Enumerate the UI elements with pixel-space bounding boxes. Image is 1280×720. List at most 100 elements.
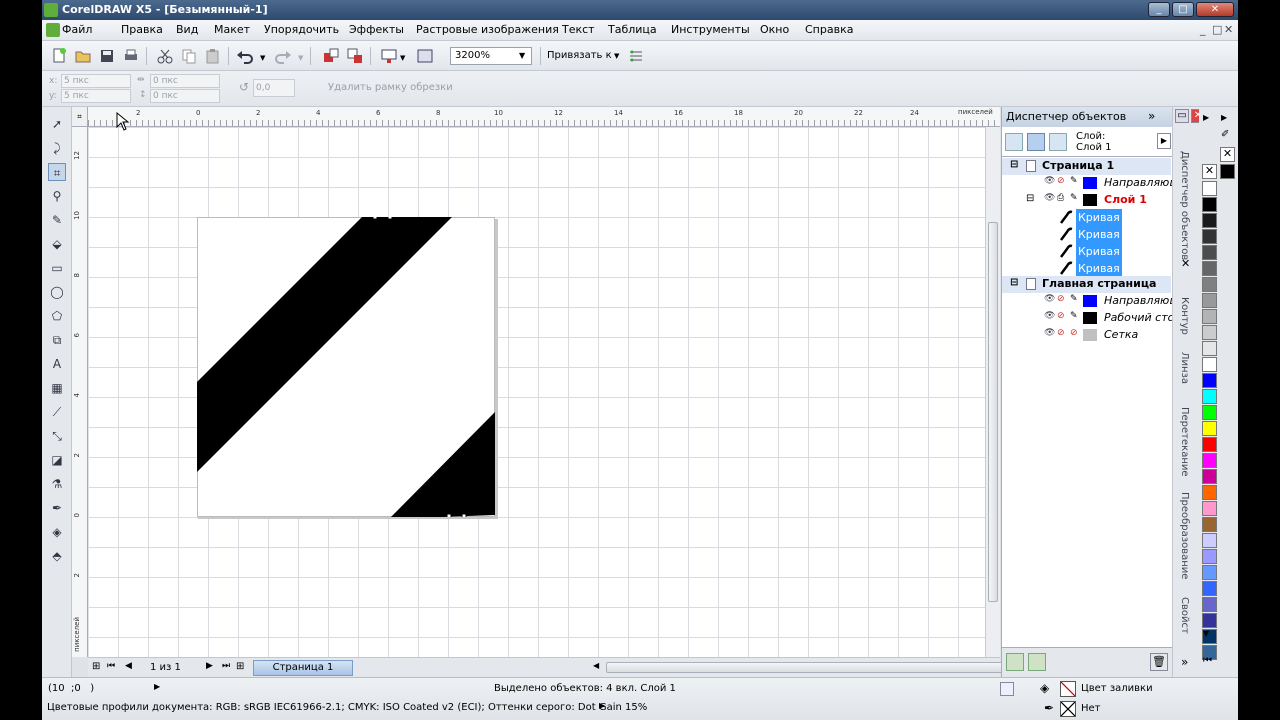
print-disabled-icon[interactable]: ⊘ — [1057, 294, 1065, 304]
delete-crop-button[interactable]: Удалить рамку обрезки — [328, 82, 453, 93]
add-page-after-icon[interactable]: ⊞ — [236, 661, 244, 672]
y-position-field[interactable]: 5 пкс — [61, 89, 131, 103]
tree-object[interactable]: Кривая — [1002, 226, 1171, 243]
color-swatch[interactable] — [1202, 261, 1217, 276]
shape-tool-icon[interactable]: ⤸ — [48, 139, 66, 157]
rotation-angle-field[interactable]: 0,0 — [253, 79, 295, 97]
snap-to-button[interactable]: Привязать к — [547, 50, 612, 61]
color-swatch[interactable] — [1202, 389, 1217, 404]
print-disabled-icon[interactable]: ⊘ — [1057, 328, 1065, 338]
no-color-swatch[interactable]: ✕ — [1202, 164, 1217, 179]
palette-scroll-up-icon[interactable]: ▶ — [1221, 113, 1227, 122]
color-swatch[interactable] — [1202, 597, 1217, 612]
launcher-dropdown-icon[interactable]: ▼ — [400, 54, 405, 62]
vertical-scroll-thumb[interactable] — [988, 222, 998, 602]
width-field[interactable]: 0 пкс — [150, 74, 220, 88]
color-swatch[interactable] — [1202, 549, 1217, 564]
collapse-icon[interactable]: ⊟ — [1026, 193, 1034, 204]
save-icon[interactable] — [98, 47, 116, 65]
new-layer-icon[interactable] — [1006, 653, 1024, 671]
prev-page-icon[interactable]: ◀ — [125, 661, 132, 671]
edit-disabled-icon[interactable]: ⊘ — [1070, 328, 1078, 338]
menu-tools[interactable]: Инструменты — [671, 23, 750, 36]
tree-layer-guides-master[interactable]: 👁 ⊘ ✎ Направляющ — [1002, 293, 1180, 310]
height-field[interactable]: 0 пкс — [150, 89, 220, 103]
fill-tool-icon[interactable]: ◈ — [48, 523, 66, 541]
tree-layer-guides[interactable]: 👁 ⊘ ✎ Направляющ — [1002, 175, 1180, 192]
eye-icon[interactable]: 👁 — [1044, 294, 1055, 304]
menu-view[interactable]: Вид — [176, 23, 198, 36]
print-disabled-icon[interactable]: ⊘ — [1057, 176, 1065, 186]
edit-pencil-icon[interactable]: ✎ — [1070, 294, 1078, 304]
redo-icon[interactable] — [274, 47, 292, 65]
color-swatch[interactable] — [1202, 421, 1217, 436]
color-swatch[interactable] — [1220, 164, 1235, 179]
edit-pencil-icon[interactable]: ✎ — [1070, 311, 1078, 321]
diagonal-stripe-shape[interactable] — [197, 217, 452, 472]
color-swatch[interactable] — [1202, 453, 1217, 468]
basic-shapes-tool-icon[interactable]: ⧉ — [48, 331, 66, 349]
connector-tool-icon[interactable]: ⤡ — [48, 427, 66, 445]
page-tab[interactable]: Страница 1 — [253, 660, 353, 676]
tree-object[interactable]: Кривая — [1002, 243, 1171, 260]
menu-table[interactable]: Таблица — [608, 23, 657, 36]
color-swatch[interactable] — [1202, 341, 1217, 356]
color-swatch[interactable] — [1202, 501, 1217, 516]
zoom-select[interactable]: 3200% ▼ — [450, 47, 532, 65]
undo-dropdown-icon[interactable]: ▼ — [260, 54, 265, 62]
tab-object-manager[interactable]: Диспетчер объектов — [1179, 151, 1190, 260]
eye-icon[interactable]: 👁 — [1044, 328, 1055, 338]
tree-layer-grid[interactable]: 👁 ⊘ ⊘ Сетка — [1002, 327, 1171, 344]
zoom-tool-icon[interactable]: ⚲ — [48, 187, 66, 205]
document-icon[interactable] — [46, 23, 60, 37]
profiles-menu-icon[interactable]: ▶ — [599, 701, 605, 710]
layer-manager-view-icon[interactable] — [1049, 133, 1067, 151]
color-swatch[interactable] — [1202, 245, 1217, 260]
import-icon[interactable] — [322, 47, 340, 65]
color-swatch[interactable] — [1202, 517, 1217, 532]
delete-layer-icon[interactable]: 🗑 — [1150, 653, 1168, 671]
color-swatch[interactable] — [1202, 309, 1217, 324]
edit-pencil-icon[interactable]: ✎ — [1070, 193, 1078, 203]
eye-icon[interactable]: 👁 — [1044, 311, 1055, 321]
first-page-icon[interactable]: ⏮ — [107, 661, 115, 671]
color-swatch[interactable] — [1202, 373, 1217, 388]
doc-minimize-button[interactable]: _ — [1200, 23, 1206, 36]
color-swatch[interactable] — [1202, 485, 1217, 500]
drawing-canvas[interactable] — [89, 127, 985, 657]
docker-minimize-button[interactable]: ▭ — [1175, 109, 1189, 123]
undo-icon[interactable] — [236, 47, 254, 65]
application-launcher-icon[interactable] — [380, 47, 398, 65]
color-swatch[interactable] — [1202, 197, 1217, 212]
color-swatch[interactable] — [1202, 325, 1217, 340]
fill-color-swatch[interactable] — [1060, 681, 1076, 697]
tab-contour[interactable]: Контур — [1179, 297, 1190, 335]
snap-dropdown-icon[interactable]: ▼ — [614, 52, 619, 60]
scroll-left-icon[interactable]: ◀ — [593, 661, 599, 670]
close-tab-icon[interactable]: ✕ — [1181, 257, 1190, 270]
color-swatch[interactable] — [1202, 357, 1217, 372]
palette-scroll-down-icon[interactable]: ▼ — [1203, 629, 1209, 638]
vertical-ruler[interactable]: 12 10 8 6 4 2 0 2 пикселей — [72, 127, 88, 657]
redo-dropdown-icon[interactable]: ▼ — [298, 54, 303, 62]
edit-across-layers-icon[interactable] — [1027, 133, 1045, 151]
smart-fill-tool-icon[interactable]: ⬙ — [48, 235, 66, 253]
no-color-swatch[interactable]: ✕ — [1220, 147, 1235, 162]
color-swatch[interactable] — [1202, 229, 1217, 244]
export-icon[interactable] — [346, 47, 364, 65]
color-swatch[interactable] — [1202, 405, 1217, 420]
maximize-button[interactable]: □ — [1172, 2, 1194, 17]
outline-color-swatch[interactable] — [1060, 701, 1076, 717]
crop-tool-icon[interactable]: ⌗ — [48, 163, 66, 181]
rectangle-tool-icon[interactable]: ▭ — [48, 259, 66, 277]
welcome-screen-icon[interactable] — [416, 47, 434, 65]
selection-handle[interactable] — [461, 513, 467, 517]
menu-text[interactable]: Текст — [562, 23, 595, 36]
corner-triangle-shape[interactable] — [389, 412, 495, 517]
palette-scroll-up-icon[interactable]: ▶ — [1203, 113, 1209, 122]
horizontal-ruler[interactable]: 2 0 2 4 6 8 10 12 14 16 18 20 22 24 пикс… — [88, 107, 1000, 127]
horizontal-scroll-thumb[interactable] — [606, 662, 1006, 673]
table-tool-icon[interactable]: ▦ — [48, 379, 66, 397]
polygon-tool-icon[interactable]: ⬠ — [48, 307, 66, 325]
minimize-button[interactable]: _ — [1148, 2, 1170, 17]
